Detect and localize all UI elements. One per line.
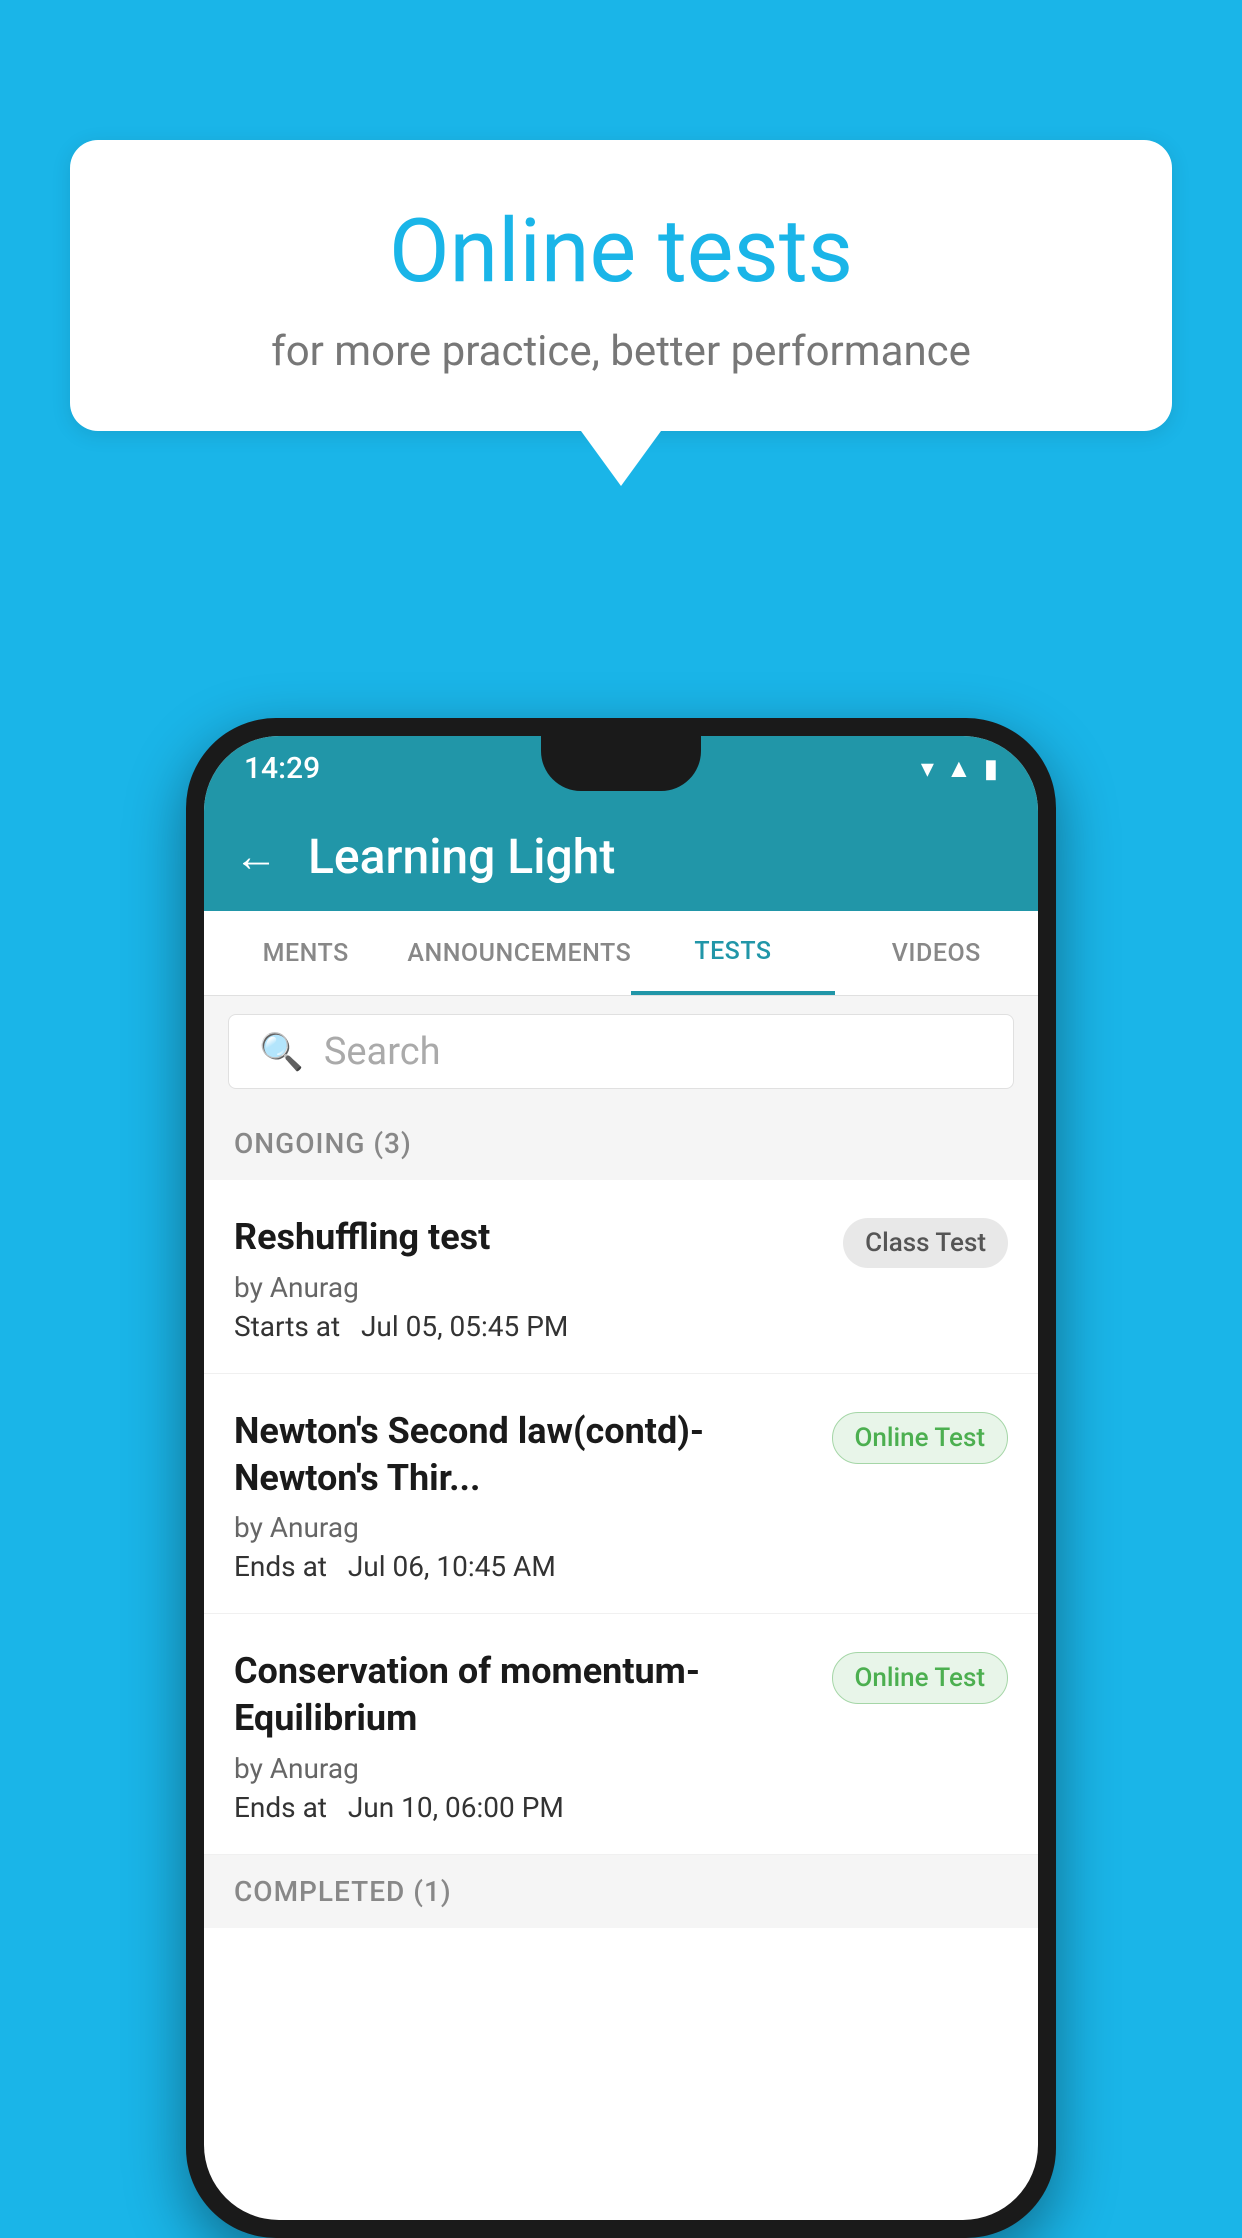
test-item-3[interactable]: Conservation of momentum-Equilibrium by … (204, 1614, 1038, 1855)
completed-label: COMPLETED (1) (234, 1875, 452, 1908)
status-bar: 14:29 ▾ ▲ ▮ (204, 736, 1038, 801)
tabs-bar: MENTS ANNOUNCEMENTS TESTS VIDEOS (204, 911, 1038, 996)
test-item-2[interactable]: Newton's Second law(contd)-Newton's Thir… (204, 1374, 1038, 1615)
notch (541, 736, 701, 791)
test-time-2: Ends at Jul 06, 10:45 AM (234, 1550, 812, 1583)
badge-online-test-2: Online Test (832, 1412, 1009, 1464)
app-title: Learning Light (308, 828, 615, 885)
search-icon: 🔍 (259, 1031, 304, 1073)
test-title-2: Newton's Second law(contd)-Newton's Thir… (234, 1408, 812, 1502)
test-info-1: Reshuffling test by Anurag Starts at Jul… (234, 1214, 843, 1343)
speech-bubble: Online tests for more practice, better p… (70, 140, 1172, 431)
test-info-2: Newton's Second law(contd)-Newton's Thir… (234, 1408, 832, 1584)
battery-icon: ▮ (984, 754, 998, 784)
tab-announcements[interactable]: ANNOUNCEMENTS (407, 911, 631, 995)
test-info-3: Conservation of momentum-Equilibrium by … (234, 1648, 832, 1824)
status-icons: ▾ ▲ ▮ (921, 753, 998, 784)
test-time-3: Ends at Jun 10, 06:00 PM (234, 1791, 812, 1824)
completed-section-header: COMPLETED (1) (204, 1855, 1038, 1928)
tab-tests[interactable]: TESTS (631, 911, 834, 995)
badge-class-test-1: Class Test (843, 1218, 1008, 1268)
test-time-1: Starts at Jul 05, 05:45 PM (234, 1310, 823, 1343)
tab-videos[interactable]: VIDEOS (835, 911, 1038, 995)
test-title-1: Reshuffling test (234, 1214, 823, 1261)
phone-frame: 14:29 ▾ ▲ ▮ ← Learning Light MENTS ANNOU… (186, 718, 1056, 2238)
bubble-title: Online tests (130, 200, 1112, 303)
back-button[interactable]: ← (234, 830, 278, 882)
test-author-1: by Anurag (234, 1271, 823, 1304)
app-bar: ← Learning Light (204, 801, 1038, 911)
speech-bubble-container: Online tests for more practice, better p… (70, 140, 1172, 486)
test-author-3: by Anurag (234, 1752, 812, 1785)
phone-inner: 14:29 ▾ ▲ ▮ ← Learning Light MENTS ANNOU… (204, 736, 1038, 2220)
test-author-2: by Anurag (234, 1511, 812, 1544)
tab-ments[interactable]: MENTS (204, 911, 407, 995)
test-title-3: Conservation of momentum-Equilibrium (234, 1648, 812, 1742)
search-input[interactable]: Search (324, 1030, 441, 1074)
ongoing-label: ONGOING (3) (234, 1127, 412, 1160)
ongoing-section-header: ONGOING (3) (204, 1107, 1038, 1180)
badge-online-test-3: Online Test (832, 1652, 1009, 1704)
bubble-subtitle: for more practice, better performance (130, 327, 1112, 376)
signal-icon: ▲ (946, 753, 972, 784)
test-item-1[interactable]: Reshuffling test by Anurag Starts at Jul… (204, 1180, 1038, 1374)
search-box[interactable]: 🔍 Search (228, 1014, 1014, 1089)
status-time: 14:29 (244, 751, 320, 786)
wifi-icon: ▾ (921, 754, 934, 784)
bubble-arrow (581, 431, 661, 486)
search-container: 🔍 Search (204, 996, 1038, 1107)
